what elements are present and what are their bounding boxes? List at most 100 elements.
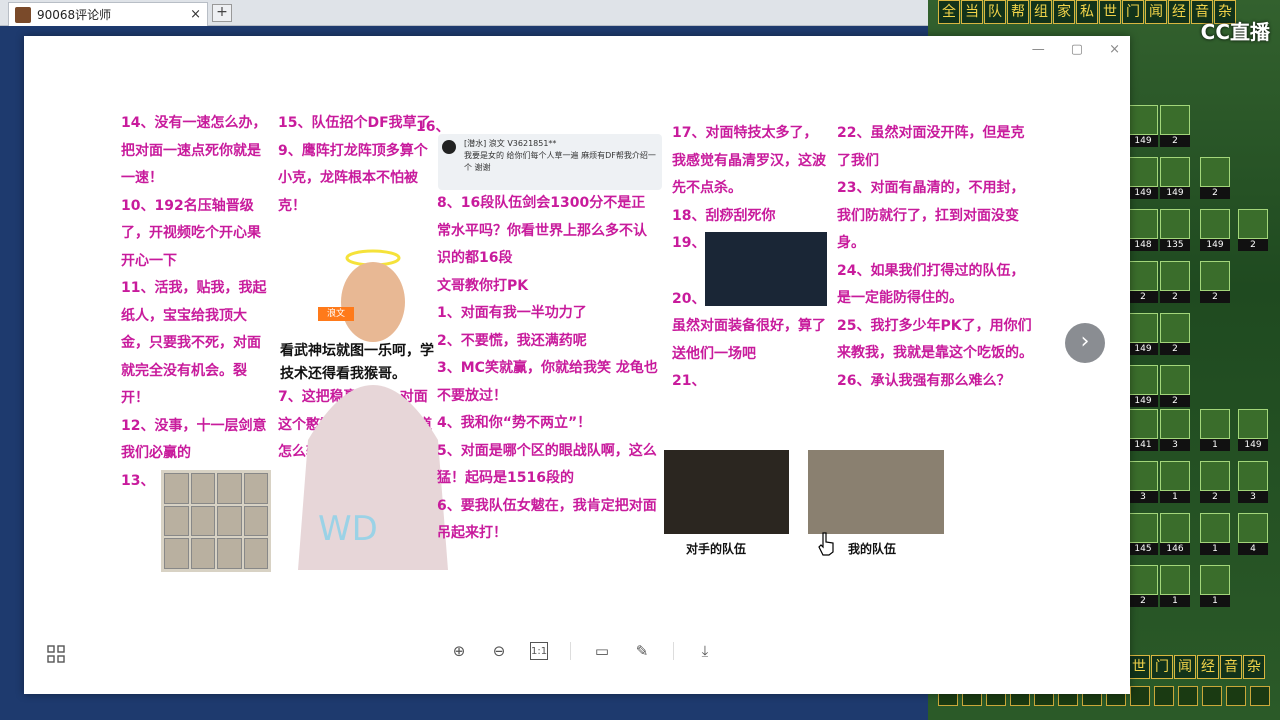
actual-size-icon[interactable]: 1:1 [530,642,548,660]
toolbar-divider [570,642,571,660]
game-slot[interactable]: 2 [1128,261,1158,305]
channel-button[interactable]: 世 [1099,0,1121,24]
game-slot[interactable]: 3 [1238,461,1268,505]
slot-count: 145 [1128,543,1158,555]
channel-button[interactable]: 门 [1151,655,1173,679]
slot-icon [1160,461,1190,491]
slot-count: 149 [1160,187,1190,199]
game-slot[interactable]: 149 [1128,157,1158,201]
slot-count: 1 [1200,595,1230,607]
game-slot[interactable]: 1 [1200,565,1230,609]
channel-button[interactable]: 家 [1053,0,1075,24]
action-icon[interactable] [1250,686,1270,706]
slot-icon [1160,209,1190,239]
slot-count: 1 [1160,491,1190,503]
game-slot[interactable]: 2 [1160,365,1190,409]
quote-text: 26、承认我强有那么难么？ [837,372,1011,389]
slot-icon [1128,105,1158,135]
quote-text: 16、 [416,119,450,135]
game-slot[interactable]: 1 [1160,461,1190,505]
slot-count: 148 [1128,239,1158,251]
action-icon[interactable] [1202,686,1222,706]
minimize-icon[interactable]: — [1032,42,1045,57]
game-slot[interactable]: 2 [1238,209,1268,253]
new-tab-button[interactable]: + [212,4,232,22]
channel-button[interactable]: 杂 [1243,655,1265,679]
game-slot[interactable]: 141 [1128,409,1158,453]
edit-icon[interactable]: ✎ [633,642,651,660]
channel-button[interactable]: 全 [938,0,960,24]
game-slot[interactable]: 4 [1238,513,1268,557]
slot-icon [1200,261,1230,291]
thumbnail-grid-icon[interactable] [47,645,65,663]
slot-count: 4 [1238,543,1268,555]
game-slot[interactable]: 149 [1200,209,1230,253]
channel-button[interactable]: 世 [1128,655,1150,679]
next-image-button[interactable]: › [1065,323,1105,363]
game-slot[interactable]: 3 [1128,461,1158,505]
close-icon[interactable]: × [190,7,201,22]
game-slot[interactable]: 2 [1160,105,1190,149]
channel-button[interactable]: 经 [1168,0,1190,24]
slot-count: 1 [1200,439,1230,451]
quote-text: 8、16段队伍剑会1300分不是正常水平吗？你看世界上那么多不认识的都16段 [437,195,647,266]
channel-button[interactable]: 闻 [1174,655,1196,679]
slot-count: 2 [1160,395,1190,407]
game-slot[interactable]: 2 [1200,461,1230,505]
quote-text: 5、对面是哪个区的眼战队啊，这么猛！起码是1516段的 [437,442,657,487]
channel-button[interactable]: 帮 [1007,0,1029,24]
game-slot[interactable]: 149 [1128,365,1158,409]
slot-count: 149 [1200,239,1230,251]
game-slot[interactable]: 149 [1128,105,1158,149]
slot-count: 1 [1200,543,1230,555]
game-slot[interactable]: 1 [1200,513,1230,557]
slot-count: 2 [1160,135,1190,147]
game-slot[interactable]: 2 [1200,261,1230,305]
game-slot[interactable]: 2 [1128,565,1158,609]
quote-text: 18、刮痧刮死你 [672,207,776,224]
slot-icon [1200,409,1230,439]
quote-text: 17、对面特技太多了，我感觉有晶清罗汉，这波先不点杀。 [672,125,826,196]
game-slot[interactable]: 1 [1160,565,1190,609]
quote-text: 4、我和你“势不两立”！ [437,415,592,431]
zoom-in-icon[interactable]: ⊕ [450,642,468,660]
game-slot[interactable]: 2 [1200,157,1230,201]
action-icon[interactable] [1178,686,1198,706]
game-slot[interactable]: 135 [1160,209,1190,253]
download-icon[interactable]: ⤓ [696,642,714,660]
channel-button[interactable]: 私 [1076,0,1098,24]
game-slot[interactable]: 2 [1160,261,1190,305]
quote-text: 10、192名压轴晋级了，开视频吃个开心果开心一下 [121,197,261,269]
channel-button[interactable]: 闻 [1145,0,1167,24]
game-slot[interactable]: 145 [1128,513,1158,557]
game-slot[interactable]: 149 [1160,157,1190,201]
game-slot[interactable]: 2 [1160,313,1190,357]
game-slot[interactable]: 148 [1128,209,1158,253]
channel-button[interactable]: 音 [1220,655,1242,679]
action-icon[interactable] [1226,686,1246,706]
game-slot[interactable]: 146 [1160,513,1190,557]
game-slot[interactable]: 149 [1128,313,1158,357]
close-icon[interactable]: × [1109,42,1120,57]
game-channel-bar-bottom: 世 门 闻 经 音 杂 [1128,655,1265,679]
channel-button[interactable]: 当 [961,0,983,24]
channel-button[interactable]: 经 [1197,655,1219,679]
game-slot[interactable]: 3 [1160,409,1190,453]
channel-button[interactable]: 组 [1030,0,1052,24]
channel-button[interactable]: 门 [1122,0,1144,24]
game-slot[interactable]: 149 [1238,409,1268,453]
game-slot[interactable]: 1 [1200,409,1230,453]
browser-tab[interactable]: 90068评论师 × [8,2,208,26]
channel-button[interactable]: 队 [984,0,1006,24]
action-icon[interactable] [1130,686,1150,706]
quote-text: 21、 [672,373,706,389]
item-icon [164,538,189,569]
slot-icon [1238,209,1268,239]
avatar-icon [15,6,31,23]
zoom-out-icon[interactable]: ⊖ [490,642,508,660]
item-icon [164,473,189,504]
rotate-icon[interactable]: ▭ [593,642,611,660]
slot-count: 135 [1160,239,1190,251]
action-icon[interactable] [1154,686,1174,706]
maximize-icon[interactable]: ▢ [1071,42,1083,57]
